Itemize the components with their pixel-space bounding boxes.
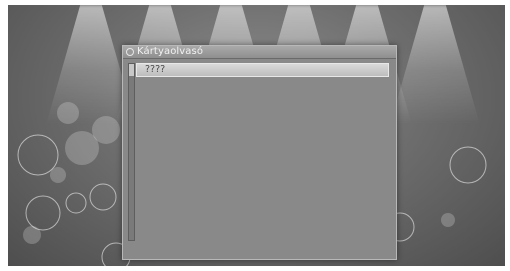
bubble: [441, 213, 455, 227]
bubble: [17, 134, 59, 176]
scrollbar[interactable]: [128, 63, 135, 241]
dialog-title: Kártyaolvasó: [137, 46, 204, 57]
bubble: [57, 102, 79, 124]
bubble: [23, 226, 41, 244]
bubble: [25, 195, 61, 231]
bubble: [449, 146, 487, 184]
dialog-titlebar: Kártyaolvasó: [123, 46, 396, 59]
bubble: [92, 116, 120, 144]
bubble: [89, 183, 117, 211]
bubble: [50, 167, 66, 183]
bubble: [65, 192, 87, 214]
tv-screen: Kártyaolvasó ????: [8, 5, 505, 266]
card-reader-dialog: Kártyaolvasó ????: [122, 45, 397, 260]
scrollbar-thumb[interactable]: [129, 64, 134, 76]
card-list: ????: [136, 63, 389, 251]
list-item[interactable]: ????: [136, 63, 389, 77]
list-item-label: ????: [145, 64, 166, 75]
title-bullet-icon: [126, 48, 134, 56]
